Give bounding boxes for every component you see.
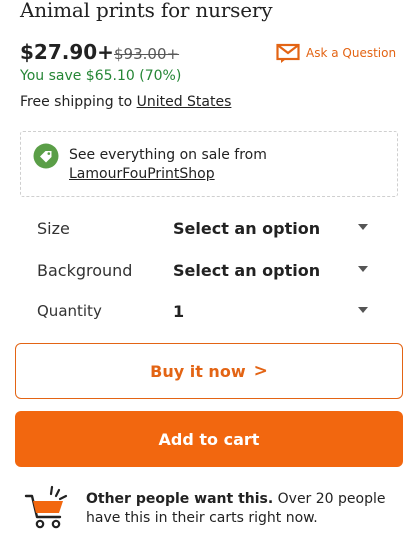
chevron-down-icon	[358, 224, 368, 230]
ask-question-link[interactable]: Ask a Question	[276, 43, 396, 63]
quantity-select[interactable]: Quantity 1	[24, 294, 396, 328]
original-price: $93.00+	[114, 45, 180, 63]
add-to-cart-button[interactable]: Add to cart	[15, 411, 403, 467]
shipping-destination-link[interactable]: United States	[137, 94, 232, 110]
savings-text: You save $65.10 (70%)	[20, 68, 182, 84]
chevron-down-icon	[358, 307, 368, 313]
shipping-prefix: Free shipping to	[20, 94, 137, 110]
background-select[interactable]: Background Select an option	[24, 253, 396, 287]
shipping-info: Free shipping to United States	[20, 94, 231, 110]
shop-name-link[interactable]: LamourFouPrintShop	[69, 166, 215, 182]
buy-now-label: Buy it now	[150, 361, 246, 381]
mail-icon	[276, 43, 300, 63]
background-value: Select an option	[173, 260, 321, 280]
sale-banner: See everything on sale from LamourFouPri…	[20, 131, 398, 197]
chevron-down-icon	[358, 266, 368, 272]
demand-bold: Other people want this.	[86, 491, 274, 507]
add-to-cart-label: Add to cart	[158, 429, 260, 449]
quantity-label: Quantity	[37, 302, 102, 320]
cart-icon	[24, 485, 68, 529]
sale-banner-text: See everything on sale from	[69, 147, 267, 163]
size-label: Size	[37, 218, 70, 238]
buy-now-button[interactable]: Buy it now >	[15, 343, 403, 399]
quantity-value: 1	[173, 301, 185, 321]
chevron-right-icon: >	[253, 361, 268, 381]
ask-question-label: Ask a Question	[306, 46, 397, 60]
sale-tag-icon	[33, 143, 59, 169]
price: $27.90+	[20, 40, 114, 64]
size-select[interactable]: Size Select an option	[24, 211, 396, 245]
background-label: Background	[37, 260, 133, 280]
size-value: Select an option	[173, 218, 321, 238]
listing-title: Animal prints for nursery	[20, 0, 273, 22]
demand-message: Other people want this. Over 20 people h…	[86, 490, 406, 528]
